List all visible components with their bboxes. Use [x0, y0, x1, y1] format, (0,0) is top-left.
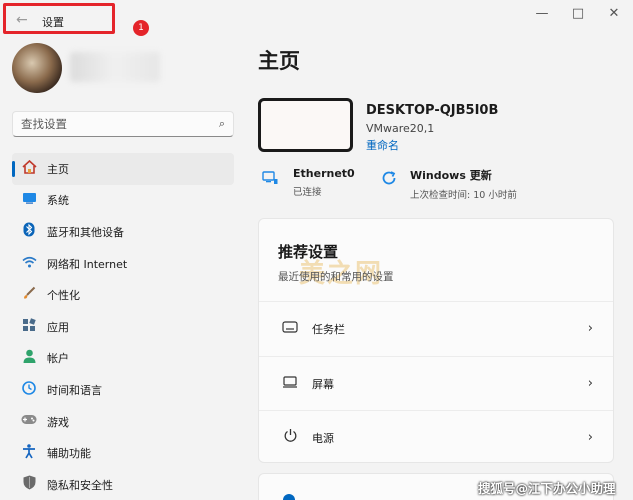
update-last-checked: 上次检查时间: 10 小时前	[410, 190, 517, 201]
recommended-item-label: 任务栏	[312, 322, 345, 336]
sidebar-item-label: 游戏	[47, 415, 69, 429]
profile-name-redacted	[70, 52, 160, 82]
sidebar-item-label: 个性化	[47, 289, 80, 303]
sidebar-item-label: 帐户	[47, 352, 69, 366]
recommended-item-taskbar[interactable]: 任务栏 ›	[259, 301, 613, 355]
sidebar-item-label: 应用	[47, 320, 69, 334]
bluetooth-icon	[19, 222, 39, 241]
network-state: 已连接	[293, 187, 322, 198]
sidebar-item-label: 主页	[47, 162, 69, 176]
sidebar-item-time-language[interactable]: 时间和语言	[12, 374, 234, 406]
avatar[interactable]	[12, 43, 62, 93]
recommended-item-label: 电源	[312, 431, 334, 445]
account-icon	[19, 349, 39, 367]
system-icon	[19, 192, 39, 208]
network-status[interactable]: Ethernet0 已连接	[262, 167, 355, 198]
update-icon	[381, 170, 403, 201]
clock-globe-icon	[19, 381, 39, 399]
annotation-badge: 1	[133, 20, 149, 36]
active-indicator	[12, 161, 15, 177]
sidebar-item-label: 系统	[47, 194, 69, 208]
device-model: VMware20,1	[366, 122, 435, 135]
sidebar-item-bluetooth[interactable]: 蓝牙和其他设备	[12, 216, 234, 248]
recommended-item-label: 屏幕	[312, 377, 334, 391]
title-bar: ← 设置 1 — □ ✕	[0, 0, 633, 36]
sidebar-item-label: 网络和 Internet	[47, 257, 128, 271]
recommended-settings-card: 推荐设置 美之网 最近使用的和常用的设置 任务栏 › 屏幕 › 电源 ›	[258, 218, 614, 463]
close-button[interactable]: ✕	[604, 6, 624, 21]
sidebar-item-network[interactable]: 网络和 Internet	[12, 248, 234, 280]
device-thumbnail	[258, 98, 353, 152]
sidebar-item-apps[interactable]: 应用	[12, 311, 234, 343]
sidebar-item-privacy[interactable]: 隐私和安全性	[12, 469, 234, 500]
rename-link[interactable]: 重命名	[366, 137, 399, 153]
display-icon	[278, 375, 302, 392]
ethernet-icon	[262, 170, 284, 198]
taskbar-icon	[278, 320, 302, 337]
network-name: Ethernet0	[293, 167, 355, 180]
recommended-item-power[interactable]: 电源 ›	[259, 410, 613, 464]
search-box[interactable]: ⌕	[12, 111, 234, 137]
search-input[interactable]	[21, 116, 201, 132]
page-title: 主页	[258, 49, 300, 73]
windows-update-status[interactable]: Windows 更新 上次检查时间: 10 小时前	[381, 167, 517, 201]
sidebar-item-personalization[interactable]: 个性化	[12, 279, 234, 311]
sidebar-nav: 主页 系统 蓝牙和其他设备 网络和 Internet 个性化 应用 帐户 时间和…	[12, 153, 234, 500]
recommended-item-display[interactable]: 屏幕 ›	[259, 356, 613, 410]
search-icon[interactable]: ⌕	[219, 117, 225, 131]
sidebar-item-system[interactable]: 系统	[12, 185, 234, 217]
sidebar-item-label: 辅助功能	[47, 447, 91, 461]
source-credit: 搜狐号@江下办公小助理	[478, 481, 616, 496]
chevron-right-icon: ›	[587, 376, 593, 391]
chevron-right-icon: ›	[587, 430, 593, 445]
minimize-button[interactable]: —	[532, 6, 552, 21]
apps-icon	[19, 318, 39, 336]
sidebar-item-label: 时间和语言	[47, 383, 102, 397]
wifi-icon	[19, 256, 39, 272]
sidebar-item-gaming[interactable]: 游戏	[12, 406, 234, 438]
card-icon	[283, 494, 295, 500]
power-icon	[278, 428, 302, 447]
sidebar-item-accounts[interactable]: 帐户	[12, 343, 234, 375]
sidebar-item-label: 隐私和安全性	[47, 478, 113, 492]
chevron-right-icon: ›	[587, 321, 593, 336]
sidebar-item-label: 蓝牙和其他设备	[47, 225, 124, 239]
update-title: Windows 更新	[410, 169, 492, 182]
back-arrow-icon[interactable]: ←	[16, 12, 28, 28]
accessibility-icon	[19, 443, 39, 463]
maximize-button[interactable]: □	[568, 6, 588, 21]
app-title: 设置	[42, 16, 64, 29]
shield-icon	[19, 475, 39, 494]
home-icon	[19, 159, 39, 178]
sidebar-item-home[interactable]: 主页	[12, 153, 234, 185]
sidebar-item-accessibility[interactable]: 辅助功能	[12, 437, 234, 469]
recommended-subtitle: 最近使用的和常用的设置	[278, 271, 394, 283]
back-highlight-box[interactable]: ← 设置	[3, 3, 115, 34]
gamepad-icon	[19, 414, 39, 429]
brush-icon	[19, 286, 39, 304]
device-name: DESKTOP-QJB5I0B	[366, 103, 499, 118]
